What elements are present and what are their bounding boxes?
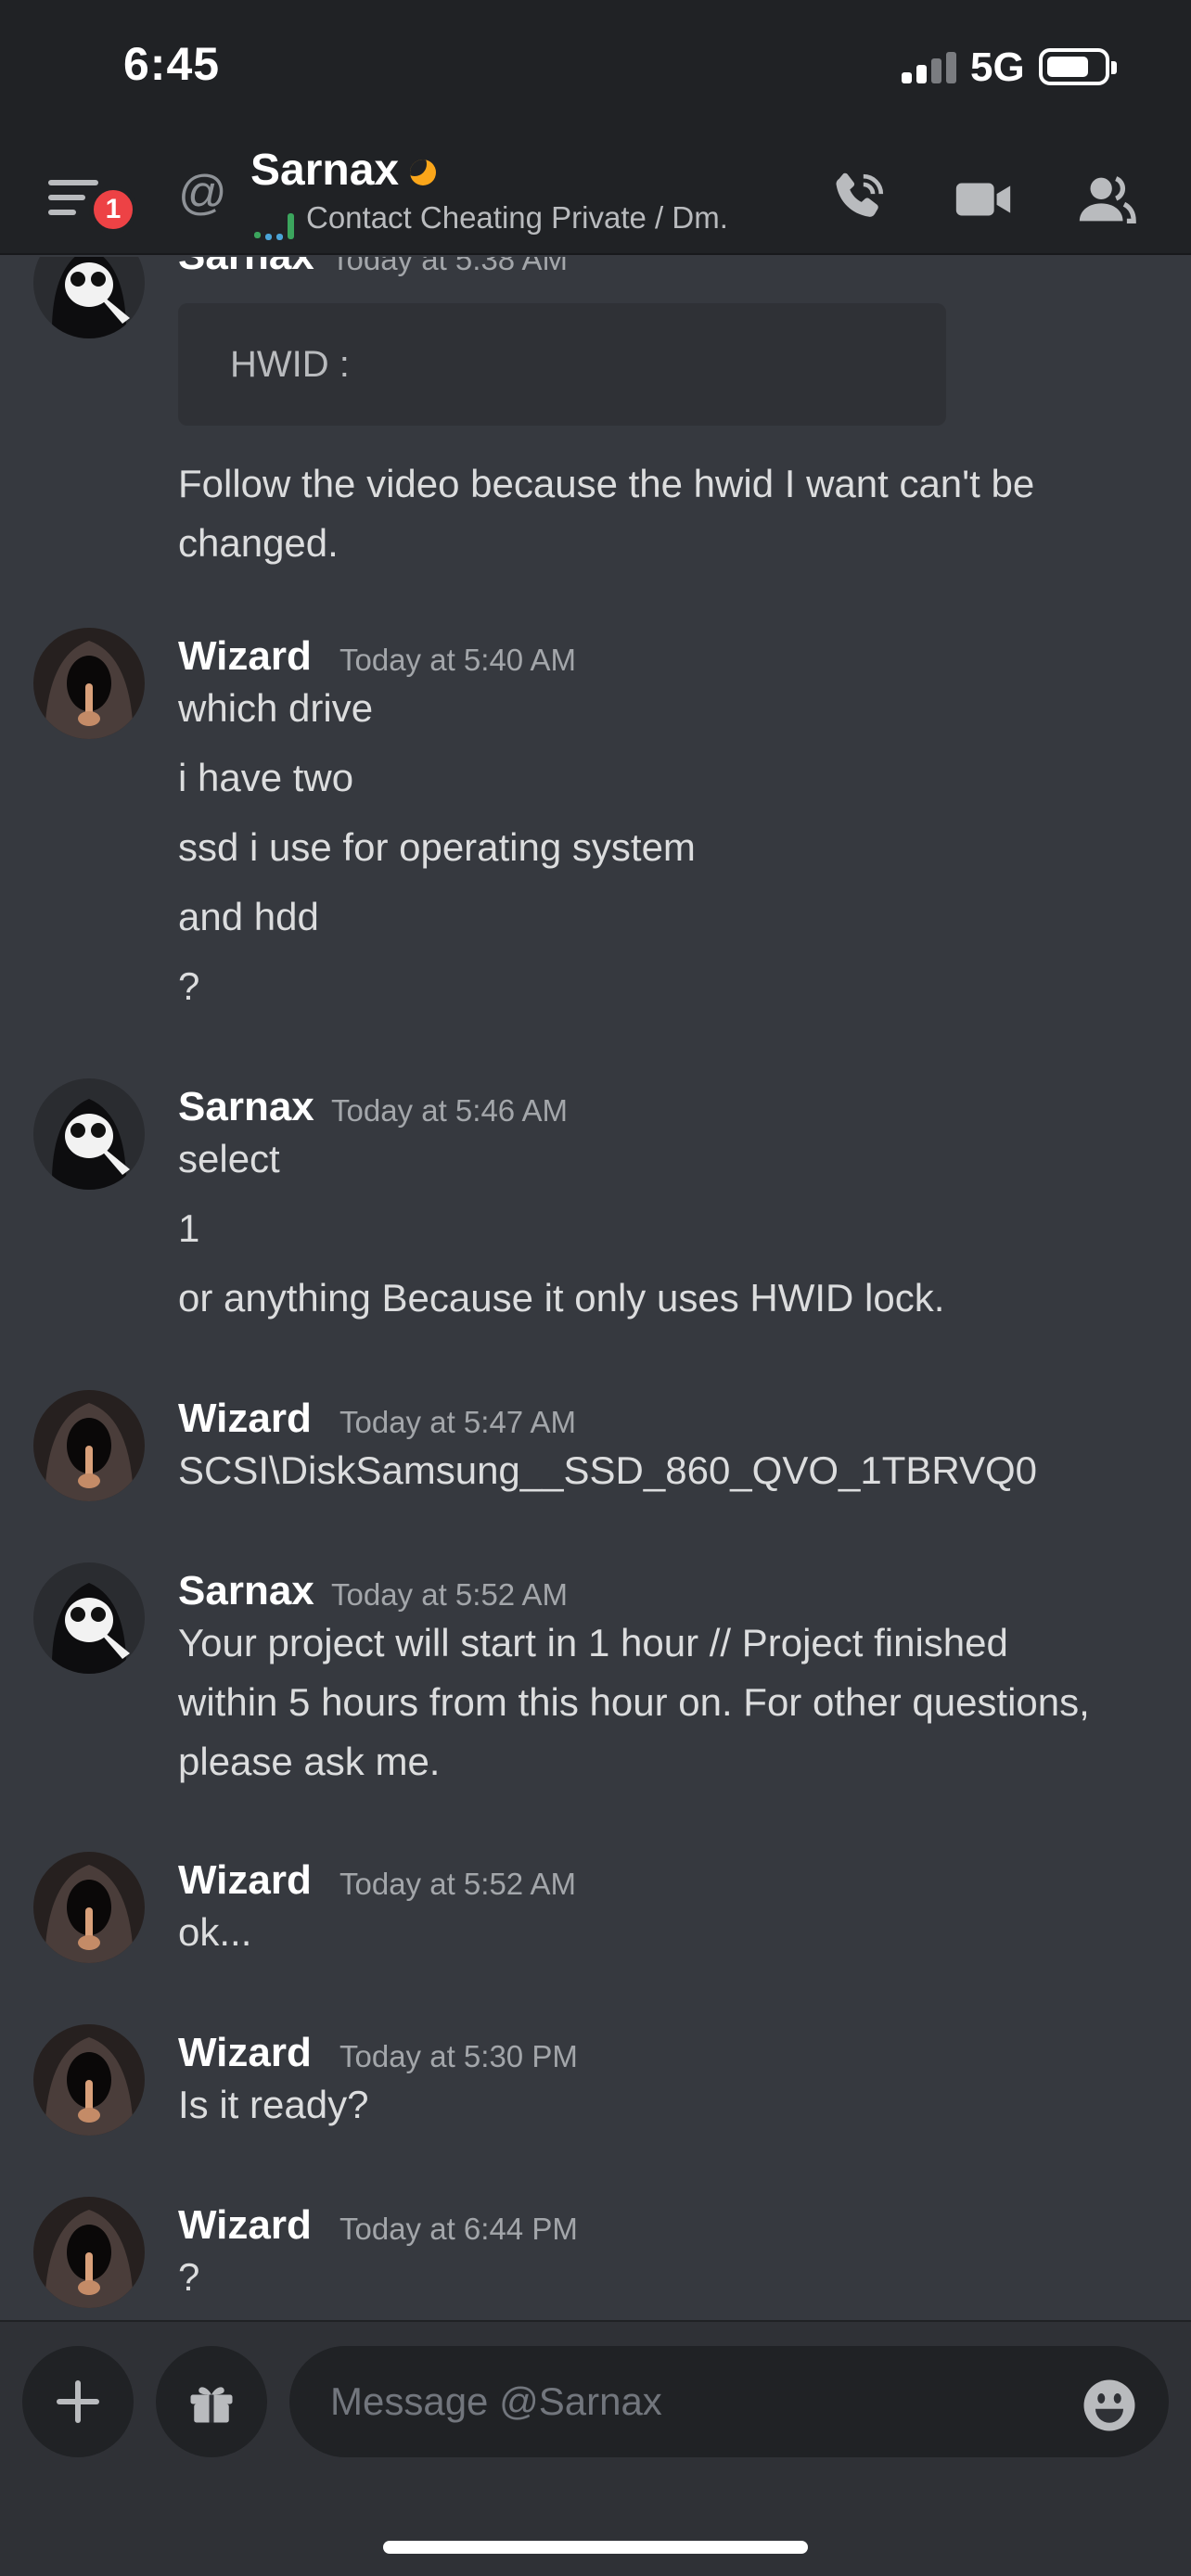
message-list[interactable]: Sarnax Today at 5:38 AM HWID : Follow th… bbox=[0, 257, 1191, 2320]
message-group: Sarnax Today at 5:38 AM HWID : Follow th… bbox=[0, 257, 1191, 565]
message-timestamp: Today at 5:47 AM bbox=[339, 1405, 576, 1439]
message-text: 1 bbox=[178, 1206, 200, 1250]
message-text: SCSI\DiskSamsung__SSD_860_QVO_1TBRVQ0 bbox=[178, 1448, 1038, 1492]
message-author[interactable]: Wizard bbox=[178, 1396, 312, 1442]
gift-button[interactable] bbox=[156, 2346, 267, 2457]
embed-text: HWID : bbox=[230, 344, 350, 385]
channel-subtitle: Contact Cheating Private / Dm. bbox=[306, 200, 728, 235]
battery-icon bbox=[1039, 48, 1117, 85]
status-time: 6:45 bbox=[123, 38, 221, 90]
status-bar: 6:45 5G bbox=[0, 0, 1191, 139]
gift-icon bbox=[190, 2387, 233, 2423]
plus-icon bbox=[57, 2380, 99, 2423]
activity-indicator-icon bbox=[250, 208, 297, 245]
message-text: Your project will start in 1 hour // Pro… bbox=[178, 1621, 1008, 1664]
cellular-signal-icon bbox=[902, 52, 957, 83]
message-author[interactable]: Wizard bbox=[178, 633, 312, 680]
discord-dm-screen: 6:45 5G 1 @ Sarnax Contact Cheating Priv… bbox=[0, 0, 1191, 2576]
message-text: or anything Because it only uses HWID lo… bbox=[178, 1276, 945, 1320]
message-text: ssd i use for operating system bbox=[178, 825, 696, 869]
message-text: changed. bbox=[178, 521, 339, 565]
message-group: Sarnax Today at 5:46 AM select 1 or anyt… bbox=[0, 1078, 1191, 1329]
idle-status-icon bbox=[410, 159, 436, 185]
avatar-sarnax[interactable] bbox=[33, 1078, 145, 1190]
avatar-wizard[interactable] bbox=[33, 1852, 145, 1963]
message-text: Follow the video because the hwid I want… bbox=[178, 462, 1035, 505]
message-group: Wizard Today at 5:52 AM ok... bbox=[0, 1852, 1191, 1982]
message-text: and hdd bbox=[178, 895, 319, 938]
member-list-icon[interactable] bbox=[1074, 167, 1139, 232]
network-type: 5G bbox=[970, 45, 1025, 90]
avatar-wizard[interactable] bbox=[33, 2197, 145, 2308]
message-group: Sarnax Today at 5:52 AM Your project wil… bbox=[0, 1562, 1191, 1804]
message-text: ok... bbox=[178, 1910, 252, 1954]
message-input[interactable] bbox=[289, 2346, 1169, 2457]
avatar-sarnax[interactable] bbox=[33, 1562, 145, 1674]
message-timestamp: Today at 5:52 AM bbox=[331, 1577, 568, 1612]
message-text: within 5 hours from this hour on. For ot… bbox=[178, 1680, 1090, 1724]
message-timestamp: Today at 6:44 PM bbox=[339, 2212, 578, 2246]
avatar-wizard[interactable] bbox=[33, 628, 145, 739]
message-text: Is it ready? bbox=[178, 2083, 369, 2126]
message-text: select bbox=[178, 1137, 280, 1180]
message-group: Wizard Today at 5:47 AM SCSI\DiskSamsung… bbox=[0, 1390, 1191, 1520]
message-timestamp: Today at 5:46 AM bbox=[331, 1093, 568, 1128]
notification-badge: 1 bbox=[89, 185, 137, 234]
message-composer bbox=[0, 2320, 1191, 2576]
message-text: ? bbox=[178, 964, 200, 1008]
message-author[interactable]: Sarnax bbox=[178, 1084, 314, 1130]
avatar-wizard[interactable] bbox=[33, 1390, 145, 1501]
message-group: Wizard Today at 5:40 AM which drive i ha… bbox=[0, 628, 1191, 1017]
message-author[interactable]: Wizard bbox=[178, 1857, 312, 1904]
message-author[interactable]: Wizard bbox=[178, 2202, 312, 2249]
message-timestamp: Today at 5:30 PM bbox=[339, 2039, 578, 2073]
message-group: Wizard Today at 6:44 PM ? bbox=[0, 2197, 1191, 2320]
emoji-icon[interactable] bbox=[1082, 2378, 1137, 2433]
avatar-sarnax[interactable] bbox=[33, 257, 145, 338]
home-indicator[interactable] bbox=[383, 2541, 808, 2554]
message-text: i have two bbox=[178, 756, 354, 799]
avatar-wizard[interactable] bbox=[33, 2024, 145, 2136]
message-timestamp: Today at 5:40 AM bbox=[339, 643, 576, 677]
voice-call-icon[interactable] bbox=[826, 167, 890, 232]
attach-button[interactable] bbox=[22, 2346, 134, 2457]
message-author[interactable]: Sarnax bbox=[178, 1568, 314, 1614]
message-author[interactable]: Wizard bbox=[178, 2030, 312, 2076]
message-text: please ask me. bbox=[178, 1740, 441, 1783]
at-icon: @ bbox=[178, 166, 227, 220]
message-timestamp: Today at 5:38 AM bbox=[331, 257, 568, 276]
channel-name[interactable]: Sarnax bbox=[250, 145, 399, 196]
message-text: which drive bbox=[178, 686, 374, 730]
video-call-icon[interactable] bbox=[951, 167, 1016, 232]
message-text: ? bbox=[178, 2255, 200, 2299]
channel-header: 1 @ Sarnax Contact Cheating Private / Dm… bbox=[0, 139, 1191, 255]
message-author[interactable]: Sarnax bbox=[178, 257, 314, 279]
message-group: Wizard Today at 5:30 PM Is it ready? bbox=[0, 2024, 1191, 2154]
message-embed: HWID : bbox=[178, 303, 946, 426]
message-timestamp: Today at 5:52 AM bbox=[339, 1867, 576, 1901]
